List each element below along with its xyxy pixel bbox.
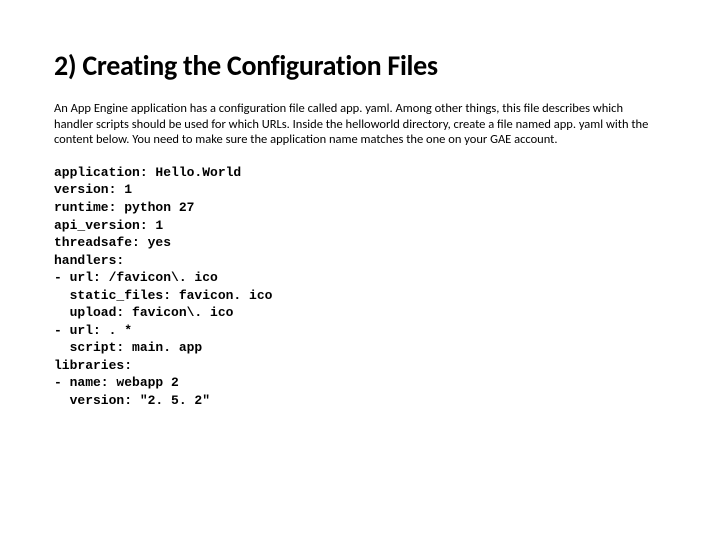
section-heading: 2) Creating the Configuration Files xyxy=(54,48,666,83)
yaml-code-block: application: Hello.World version: 1 runt… xyxy=(54,164,666,410)
intro-paragraph: An App Engine application has a configur… xyxy=(54,101,664,148)
